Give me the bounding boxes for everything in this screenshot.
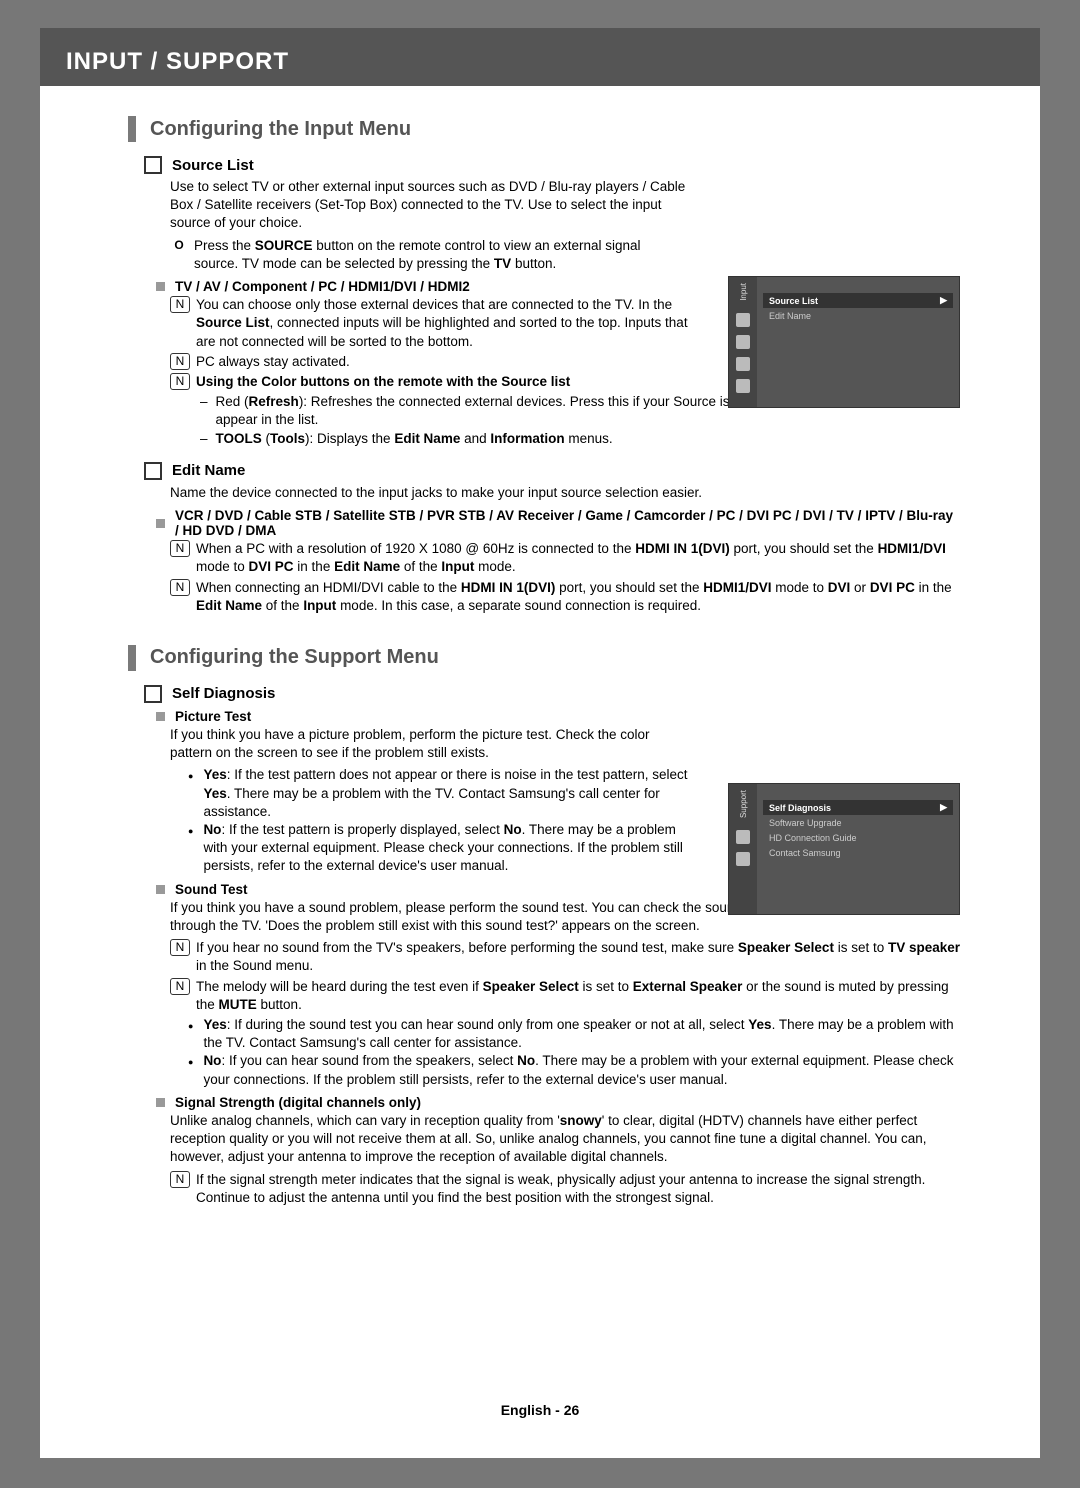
section-heading: Configuring the Input Menu — [128, 116, 960, 142]
note-icon: N — [170, 373, 190, 390]
source-list-desc: Use to select TV or other external input… — [170, 178, 688, 233]
square-bullet-icon — [156, 885, 165, 894]
list-item: No: If you can hear sound from the speak… — [188, 1052, 960, 1088]
checkbox-icon — [144, 462, 162, 480]
section-mark-icon — [128, 116, 136, 142]
note-connected-only: N You can choose only those external dev… — [170, 296, 688, 351]
tv-sidebar-label: Input — [739, 283, 748, 301]
note-signal-weak: N If the signal strength meter indicates… — [170, 1171, 960, 1207]
note-melody: N The melody will be heard during the te… — [170, 978, 960, 1014]
note-icon: N — [170, 939, 190, 956]
page-footer: English - 26 — [40, 1402, 1040, 1418]
app-icon — [736, 830, 750, 844]
signal-strength-desc: Unlike analog channels, which can vary i… — [170, 1112, 960, 1167]
gear-icon — [736, 313, 750, 327]
section-title: Configuring the Input Menu — [150, 118, 411, 141]
edit-name-desc: Name the device connected to the input j… — [170, 484, 960, 502]
picture-test-list: Yes: If the test pattern does not appear… — [188, 766, 688, 875]
list-item: No: If the test pattern is properly disp… — [188, 821, 688, 876]
tv-osd-source-list: Input Source List▶ Edit Name — [728, 276, 960, 408]
tv-menu-item: Edit Name — [763, 309, 953, 323]
square-bullet-icon — [156, 1098, 165, 1107]
remote-icon: O — [170, 237, 188, 273]
tv-menu-body: Source List▶ Edit Name — [757, 277, 959, 407]
tv-sidebar-label: Support — [739, 790, 748, 818]
picture-test-heading: Picture Test — [156, 709, 960, 724]
tv-sidebar: Input — [729, 277, 757, 407]
edit-name-heading: Edit Name — [144, 462, 960, 480]
tv-menu-item: HD Connection Guide — [763, 831, 953, 845]
input-icon — [736, 335, 750, 349]
section-mark-icon — [128, 645, 136, 671]
list-item: Yes: If the test pattern does not appear… — [188, 766, 688, 821]
edit-name-list: VCR / DVD / Cable STB / Satellite STB / … — [156, 508, 960, 538]
remote-note: O Press the SOURCE button on the remote … — [170, 237, 688, 273]
list-item: Yes: If during the sound test you can he… — [188, 1016, 960, 1052]
sound-test-list: Yes: If during the sound test you can he… — [188, 1016, 960, 1089]
chapter-title: INPUT / SUPPORT — [66, 38, 1014, 76]
note-icon: N — [170, 540, 190, 557]
list-item: TOOLS (Tools): Displays the Edit Name an… — [200, 430, 960, 448]
note-speaker-select: N If you hear no sound from the TV's spe… — [170, 939, 960, 975]
tv-menu-item: Source List▶ — [763, 293, 953, 308]
note-icon: N — [170, 353, 190, 370]
self-diagnosis-heading: Self Diagnosis — [144, 685, 960, 703]
chapter-heading: INPUT / SUPPORT — [40, 28, 1040, 86]
square-bullet-icon — [156, 519, 165, 528]
note-icon: N — [170, 1171, 190, 1188]
checkbox-icon — [144, 685, 162, 703]
note-icon: N — [170, 978, 190, 995]
note-pc-active: N PC always stay activated. — [170, 353, 688, 371]
note-hdmi-dvi: N When connecting an HDMI/DVI cable to t… — [170, 579, 960, 615]
note-icon: N — [170, 296, 190, 313]
note-pc-1080: N When a PC with a resolution of 1920 X … — [170, 540, 960, 576]
manual-page: INPUT / SUPPORT Configuring the Input Me… — [40, 28, 1040, 1458]
checkbox-icon — [144, 156, 162, 174]
tv-sidebar: Support — [729, 784, 757, 914]
tv-osd-self-diagnosis: Support Self Diagnosis▶ Software Upgrade… — [728, 783, 960, 915]
source-list-heading: Source List — [144, 156, 688, 174]
signal-strength-heading: Signal Strength (digital channels only) — [156, 1095, 960, 1110]
support-icon — [736, 379, 750, 393]
square-bullet-icon — [156, 282, 165, 291]
tv-menu-body: Self Diagnosis▶ Software Upgrade HD Conn… — [757, 784, 959, 914]
square-bullet-icon — [156, 712, 165, 721]
tv-menu-item: Contact Samsung — [763, 846, 953, 860]
section-title: Configuring the Support Menu — [150, 646, 439, 669]
support-icon — [736, 852, 750, 866]
section-heading: Configuring the Support Menu — [128, 645, 960, 671]
note-icon: N — [170, 579, 190, 596]
tv-menu-item: Self Diagnosis▶ — [763, 800, 953, 815]
app-icon — [736, 357, 750, 371]
picture-test-desc: If you think you have a picture problem,… — [170, 726, 688, 762]
tv-menu-item: Software Upgrade — [763, 816, 953, 830]
